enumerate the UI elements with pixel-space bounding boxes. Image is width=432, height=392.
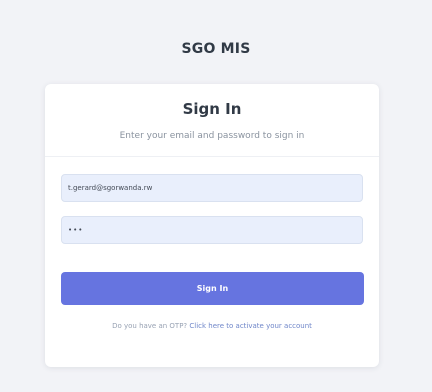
- app-title: SGO MIS: [181, 41, 251, 57]
- sign-in-header: Sign In Enter your email and password to…: [45, 84, 379, 157]
- sign-in-card: Sign In Enter your email and password to…: [45, 84, 379, 367]
- login-page: SGO MIS Sign In Enter your email and pas…: [0, 0, 432, 392]
- otp-prompt: Do you have an OTP? Click here to activa…: [45, 322, 379, 330]
- otp-question: Do you have an OTP?: [112, 322, 188, 330]
- password-field[interactable]: [61, 216, 363, 244]
- email-field[interactable]: [61, 174, 363, 202]
- page-title: Sign In: [182, 100, 242, 118]
- sign-in-button[interactable]: Sign In: [61, 272, 364, 305]
- activate-account-link[interactable]: Click here to activate your account: [189, 322, 312, 330]
- sign-in-subtitle: Enter your email and password to sign in: [119, 131, 305, 141]
